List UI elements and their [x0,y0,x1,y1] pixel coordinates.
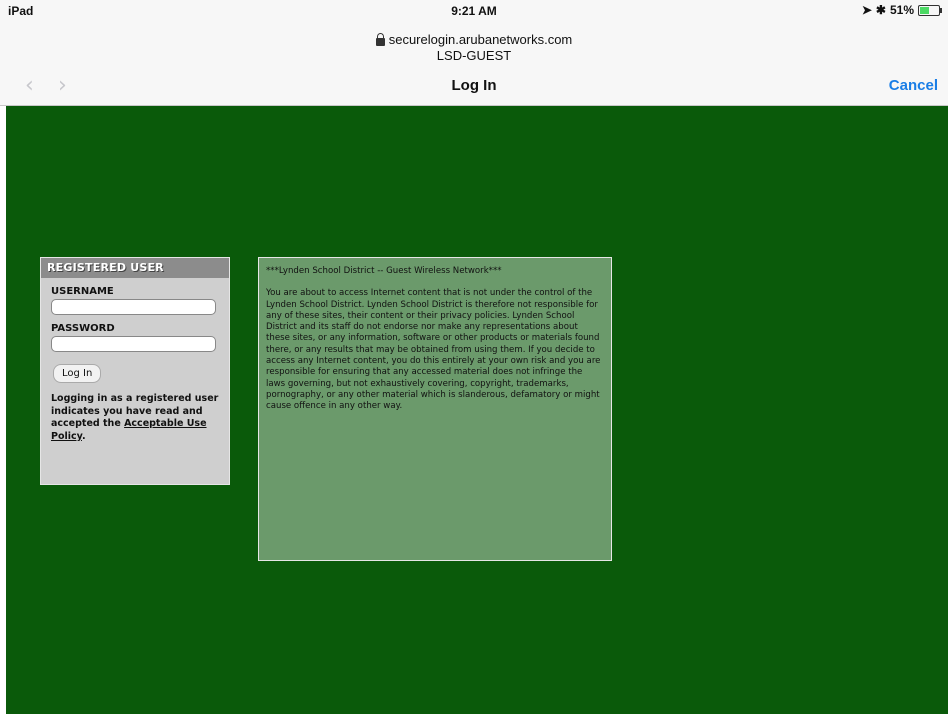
location-icon: ➤ [861,3,872,17]
address-domain: securelogin.arubanetworks.com [388,32,573,47]
address-bar[interactable]: securelogin.arubanetworks.com LSD-GUEST [0,22,948,66]
status-bar: iPad 9:21 AM ➤ ✱ 51% [0,0,948,22]
battery-fill [920,6,929,14]
login-note-end: . [81,430,86,442]
captive-portal-page: REGISTERED USER USERNAME PASSWORD Log In… [6,106,948,714]
network-ssid: LSD-GUEST [436,48,512,63]
bluetooth-icon: ✱ [875,3,886,17]
password-label: PASSWORD [51,323,115,334]
disclaimer-body: You are about to access Internet content… [266,288,601,412]
login-note: Logging in as a registered user indicate… [51,393,221,443]
battery-icon [918,4,942,16]
battery-percent: 51% [889,3,914,17]
password-input[interactable] [51,336,216,352]
username-input[interactable] [51,299,216,315]
log-in-button[interactable]: Log In [53,364,102,383]
disclaimer-panel: ***Lynden School District -- Guest Wirel… [258,257,612,561]
cancel-button[interactable]: Cancel [889,77,938,94]
username-label: USERNAME [51,286,114,297]
login-header: REGISTERED USER [41,258,229,278]
page-title: Log In [451,77,497,94]
clock: 9:21 AM [451,4,497,18]
nav-bar: ‹ › Log In Cancel [0,66,948,106]
lock-icon [375,32,385,46]
login-panel: REGISTERED USER USERNAME PASSWORD Log In… [40,257,230,485]
address-domain-row: securelogin.arubanetworks.com [0,32,948,47]
disclaimer-title: ***Lynden School District -- Guest Wirel… [266,266,502,276]
status-icons: ➤ ✱ 51% [861,3,942,17]
